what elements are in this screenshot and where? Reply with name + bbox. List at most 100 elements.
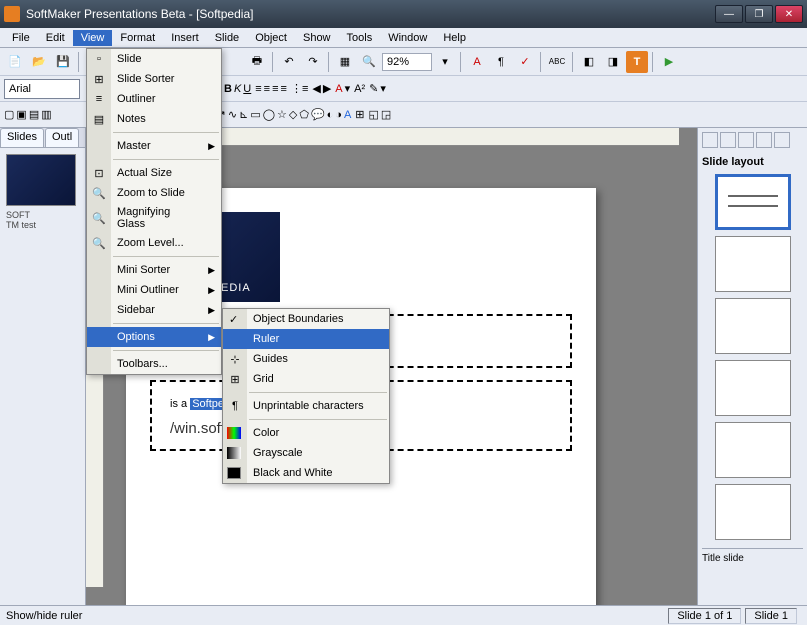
undo-icon[interactable]: ↶ — [278, 51, 300, 73]
group-icon[interactable]: ⊞ — [355, 108, 364, 121]
menuitem-actual-size[interactable]: ⊡Actual Size — [87, 163, 221, 183]
font-name-field[interactable]: Arial — [4, 79, 80, 99]
callout-icon[interactable]: 💬 — [311, 108, 325, 121]
menu-edit[interactable]: Edit — [38, 30, 73, 46]
sidebar-btn3-icon[interactable] — [738, 132, 754, 148]
menu-view[interactable]: View — [73, 30, 113, 46]
menuitem-zoom-to-slide[interactable]: 🔍Zoom to Slide — [87, 183, 221, 203]
menuitem-zoom-level[interactable]: 🔍Zoom Level... — [87, 233, 221, 253]
menuitem-grid[interactable]: ⊞Grid — [223, 369, 389, 389]
slide-thumb-1[interactable] — [6, 154, 76, 206]
sidebar-btn4-icon[interactable] — [756, 132, 772, 148]
spellcheck-icon[interactable]: ✓ — [514, 51, 536, 73]
layout-5[interactable] — [715, 422, 791, 478]
menu-help[interactable]: Help — [435, 30, 474, 46]
order2-icon[interactable]: ◲ — [381, 108, 391, 121]
bold-icon[interactable]: B — [224, 83, 232, 95]
menu-slide[interactable]: Slide — [207, 30, 247, 46]
menuitem-guides[interactable]: ⊹Guides — [223, 349, 389, 369]
shape1-icon[interactable]: ◇ — [289, 108, 297, 121]
menuitem-mini-sorter[interactable]: Mini Sorter▶ — [87, 260, 221, 280]
align-justify-icon[interactable]: ≡ — [281, 83, 287, 95]
play-icon[interactable]: ▶ — [658, 51, 680, 73]
menuitem-master[interactable]: Master▶ — [87, 136, 221, 156]
connector-icon[interactable]: ⊾ — [239, 108, 248, 121]
order1-icon[interactable]: ◱ — [369, 108, 379, 121]
menuitem-slide-sorter[interactable]: ⊞Slide Sorter — [87, 69, 221, 89]
menuitem-notes[interactable]: ▤Notes — [87, 109, 221, 129]
sidebar-btn5-icon[interactable] — [774, 132, 790, 148]
sidebar-btn1-icon[interactable] — [702, 132, 718, 148]
superscript-icon[interactable]: A² — [354, 83, 365, 95]
rect-icon[interactable]: ▭ — [250, 108, 260, 121]
menuitem-mini-outliner[interactable]: Mini Outliner▶ — [87, 280, 221, 300]
align-right-icon[interactable]: ≡ — [272, 83, 278, 95]
align-center-icon[interactable]: ≡ — [264, 83, 270, 95]
menu-show[interactable]: Show — [295, 30, 339, 46]
align-left-icon[interactable]: ≡ — [255, 83, 261, 95]
menuitem-magnifying-glass[interactable]: 🔍Magnifying Glass — [87, 203, 221, 233]
layout-4[interactable] — [715, 360, 791, 416]
italic-icon[interactable]: K — [234, 83, 241, 95]
bullets-icon[interactable]: ⋮≡ — [291, 82, 308, 95]
menuitem-sidebar[interactable]: Sidebar▶ — [87, 300, 221, 320]
indent-less-icon[interactable]: ◀ — [312, 82, 320, 95]
menu-object[interactable]: Object — [247, 30, 295, 46]
menuitem-object-boundaries[interactable]: ✓Object Boundaries — [223, 309, 389, 329]
ellipse-icon[interactable]: ◯ — [263, 108, 275, 121]
zoom-out-icon[interactable]: 🔍 — [358, 51, 380, 73]
indent-more-icon[interactable]: ▶ — [323, 82, 331, 95]
line-color-icon[interactable]: ✎ — [369, 82, 378, 95]
menuitem-toolbars[interactable]: Toolbars... — [87, 354, 221, 374]
view3-icon[interactable]: ▤ — [29, 108, 39, 121]
underline-icon[interactable]: U — [243, 83, 251, 95]
menu-format[interactable]: Format — [112, 30, 163, 46]
font-a-icon[interactable]: A — [466, 51, 488, 73]
menuitem-ruler[interactable]: Ruler — [223, 329, 389, 349]
abc-icon[interactable]: ABC — [546, 51, 568, 73]
menu-file[interactable]: File — [4, 30, 38, 46]
tool1-icon[interactable]: ◧ — [578, 51, 600, 73]
view1-icon[interactable]: ▢ — [4, 108, 14, 121]
layout-6[interactable] — [715, 484, 791, 540]
menuitem-outliner[interactable]: ≡Outliner — [87, 89, 221, 109]
new-icon[interactable]: 📄 — [4, 51, 26, 73]
minimize-button[interactable]: — — [715, 5, 743, 23]
fill-color-icon[interactable]: ▾ — [380, 82, 386, 95]
menuitem-grayscale[interactable]: Grayscale — [223, 443, 389, 463]
font-color-icon[interactable]: A — [335, 83, 342, 95]
menu-insert[interactable]: Insert — [163, 30, 207, 46]
menu-tools[interactable]: Tools — [339, 30, 381, 46]
menuitem-color[interactable]: Color — [223, 423, 389, 443]
text-icon[interactable]: A — [344, 109, 351, 121]
view2-icon[interactable]: ▣ — [16, 108, 26, 121]
shape2-icon[interactable]: ⬠ — [299, 108, 309, 121]
layout-2[interactable] — [715, 236, 791, 292]
tool2-icon[interactable]: ◨ — [602, 51, 624, 73]
template-icon[interactable]: T — [626, 51, 648, 73]
table-icon[interactable]: ▦ — [334, 51, 356, 73]
layout-3[interactable] — [715, 298, 791, 354]
menuitem-options[interactable]: Options▶ — [87, 327, 221, 347]
save-icon[interactable]: 💾 — [52, 51, 74, 73]
sidebar-btn2-icon[interactable] — [720, 132, 736, 148]
close-button[interactable]: ✕ — [775, 5, 803, 23]
menu-window[interactable]: Window — [380, 30, 435, 46]
open-icon[interactable]: 📂 — [28, 51, 50, 73]
shape3-icon[interactable]: ◐ — [327, 109, 334, 121]
menuitem-black-white[interactable]: Black and White — [223, 463, 389, 483]
curve-icon[interactable]: ∿ — [228, 108, 237, 121]
zoom-dropdown-icon[interactable]: ▾ — [434, 51, 456, 73]
star-icon[interactable]: ☆ — [277, 108, 287, 121]
menuitem-slide[interactable]: ▫Slide — [87, 49, 221, 69]
view4-icon[interactable]: ▥ — [41, 108, 51, 121]
highlight-icon[interactable]: ▾ — [345, 82, 351, 95]
menuitem-unprintable[interactable]: ¶Unprintable characters — [223, 396, 389, 416]
redo-icon[interactable]: ↷ — [302, 51, 324, 73]
maximize-button[interactable]: ❐ — [745, 5, 773, 23]
layout-1[interactable] — [715, 174, 791, 230]
tab-slides[interactable]: Slides — [0, 128, 44, 147]
paragraph-icon[interactable]: ¶ — [490, 51, 512, 73]
zoom-field[interactable]: 92% — [382, 53, 432, 71]
tab-outline[interactable]: Outl — [45, 128, 79, 147]
